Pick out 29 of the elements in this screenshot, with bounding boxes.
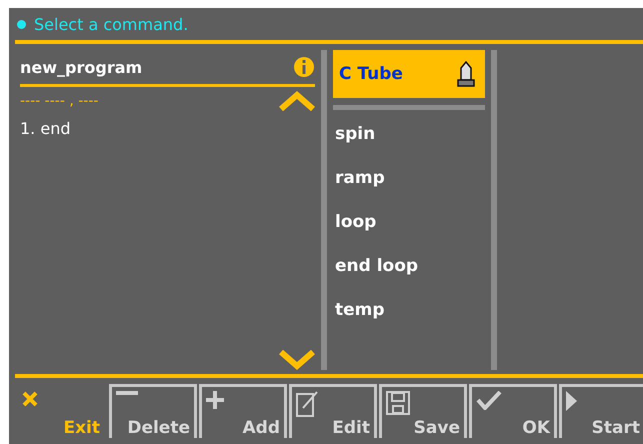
minus-icon <box>116 391 138 395</box>
scroll-up-icon[interactable] <box>279 91 315 111</box>
play-icon <box>566 391 577 411</box>
toolbar-button[interactable]: Add <box>199 384 287 438</box>
toolbar-button[interactable]: Start <box>559 384 643 438</box>
command-item[interactable]: C Tube <box>333 50 485 98</box>
program-title: new_program <box>20 58 142 76</box>
toolbar-button[interactable]: Delete <box>109 384 197 438</box>
command-item[interactable]: spin <box>333 112 485 156</box>
command-item[interactable]: loop <box>333 200 485 244</box>
scroll-down-icon[interactable] <box>279 350 315 370</box>
check-icon <box>476 391 502 410</box>
toolbar-button[interactable]: Exit <box>15 384 107 438</box>
status-message: Select a command. <box>34 14 188 34</box>
plus-icon <box>206 391 224 409</box>
command-item[interactable]: end loop <box>333 244 485 288</box>
info-icon[interactable] <box>293 56 315 78</box>
toolbar-button[interactable]: Edit <box>289 384 377 438</box>
program-step[interactable]: 1. end <box>20 119 315 138</box>
edit-icon <box>296 391 318 417</box>
program-subtitle: ---- ---- , ---- <box>20 93 98 109</box>
status-dot-icon <box>17 20 26 28</box>
toolbar-button[interactable]: Save <box>379 384 467 438</box>
command-item[interactable]: ramp <box>333 156 485 200</box>
command-item[interactable]: temp <box>333 288 485 332</box>
save-icon <box>386 391 410 415</box>
toolbar-button[interactable]: OK <box>469 384 557 438</box>
close-icon <box>22 391 38 407</box>
tube-icon <box>457 61 475 87</box>
